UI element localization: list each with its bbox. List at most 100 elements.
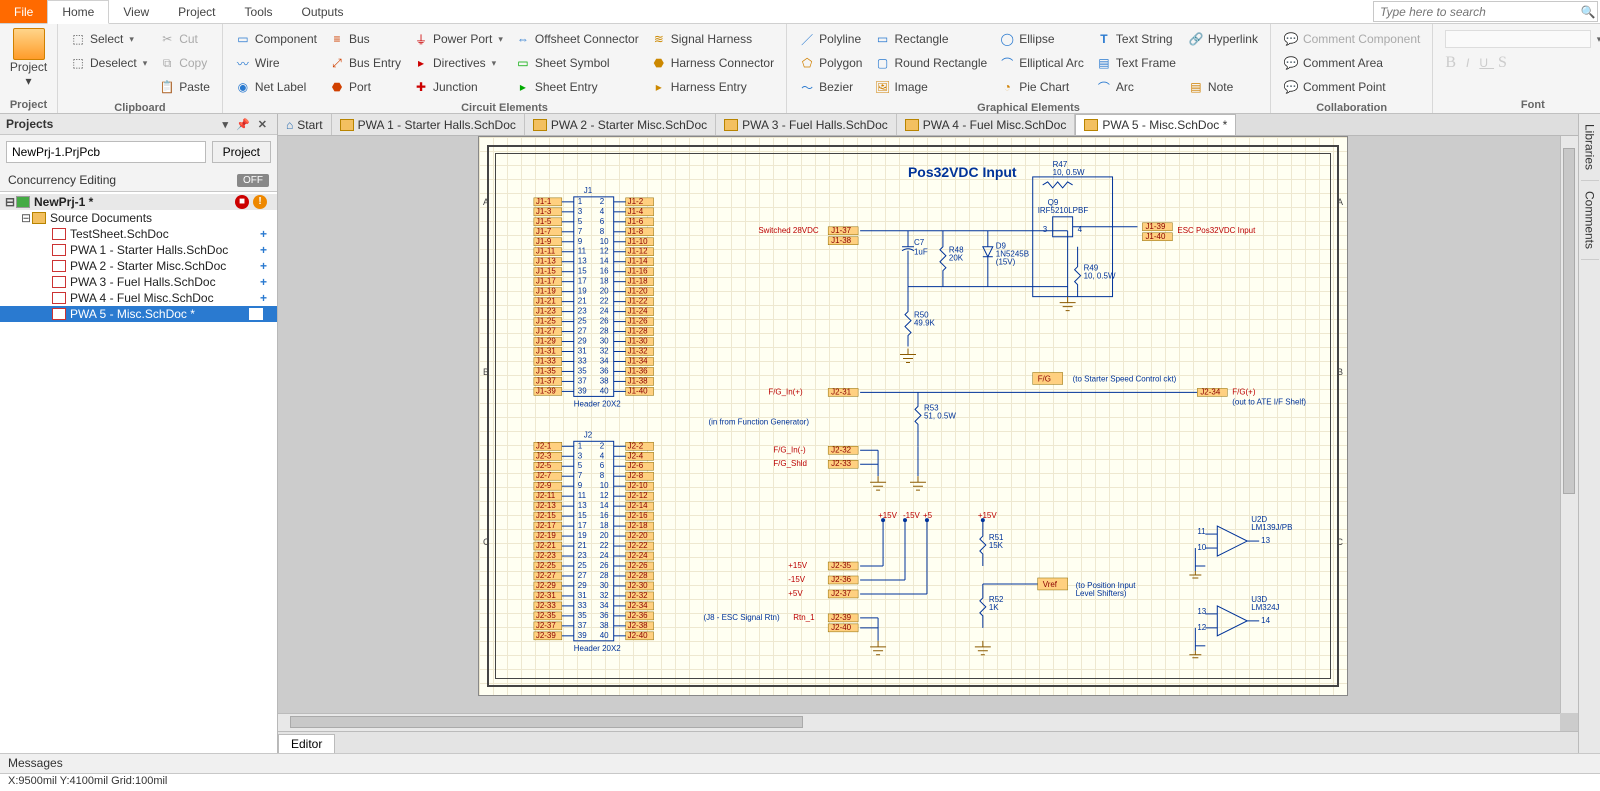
polygon-icon: ⬠ [799,55,815,71]
dropdown-icon[interactable]: ▾ [223,118,229,131]
add-icon[interactable]: + [260,227,267,241]
ellipse-button[interactable]: ◯Ellipse [997,28,1086,50]
port-button[interactable]: ⬣Port [327,76,403,98]
svg-text:J2-17: J2-17 [536,521,557,530]
rrect-button[interactable]: ▢Round Rectangle [872,52,989,74]
tree-doc-1[interactable]: PWA 1 - Starter Halls.SchDoc+ [0,242,277,258]
component-button[interactable]: ▭Component [233,28,319,50]
arc-button[interactable]: ⌒Arc [1094,76,1178,98]
harnentry-button[interactable]: ▸Harness Entry [649,76,776,98]
menu-file[interactable]: File [0,0,47,23]
menu-view[interactable]: View [109,0,164,23]
bezier-icon: 〜 [799,79,815,95]
messages-bar[interactable]: Messages [0,753,1600,773]
sheetsym-button[interactable]: ▭Sheet Symbol [513,52,641,74]
ccomp-button[interactable]: 💬Comment Component [1281,28,1422,50]
tab-start[interactable]: ⌂Start [278,114,332,135]
rail-comments[interactable]: Comments [1581,181,1599,260]
cut-button[interactable]: ✂Cut [157,28,212,50]
rail-libraries[interactable]: Libraries [1581,114,1599,181]
svg-text:14: 14 [1261,616,1270,625]
tree-doc-3[interactable]: PWA 3 - Fuel Halls.SchDoc+ [0,274,277,290]
netlabel-button[interactable]: ◉Net Label [233,76,319,98]
svg-text:J2-39: J2-39 [536,631,557,640]
document-icon [340,119,354,131]
note-button[interactable]: ▤Note [1186,76,1260,98]
tree-doc-2[interactable]: PWA 2 - Starter Misc.SchDoc+ [0,258,277,274]
pie-button[interactable]: ◔Pie Chart [997,76,1086,98]
svg-text:Vref: Vref [1043,580,1058,589]
tab-editor[interactable]: Editor [278,734,335,753]
pin-icon[interactable]: 📌 [236,118,250,131]
projects-header[interactable]: Projects ▾ 📌 ✕ [0,114,277,135]
bus-button[interactable]: ≡Bus [327,28,403,50]
directives-button[interactable]: ▸Directives▾ [411,52,505,74]
project-button2[interactable]: Project [212,141,271,163]
menu-tools[interactable]: Tools [231,0,288,23]
add-icon[interactable]: + [260,275,267,289]
add-icon[interactable]: + [260,243,267,257]
deselect-button[interactable]: ⬚Deselect▾ [68,52,149,74]
paste-button[interactable]: 📋Paste [157,76,212,98]
polygon-button[interactable]: ⬠Polygon [797,52,864,74]
tree-doc-5[interactable]: PWA 5 - Misc.SchDoc * [0,306,277,322]
doctab-2[interactable]: PWA 3 - Fuel Halls.SchDoc [716,114,897,135]
svg-text:+15V: +15V [878,511,898,520]
horizontal-scrollbar[interactable] [278,713,1560,731]
svg-text:36: 36 [600,611,609,620]
powerport-button[interactable]: ⏚Power Port▾ [411,28,505,50]
svg-text:J2-26: J2-26 [628,561,649,570]
search-input[interactable] [1374,3,1579,21]
add-icon[interactable]: + [260,291,267,305]
menu-project[interactable]: Project [164,0,230,23]
document-icon [724,119,738,131]
close-icon[interactable]: ✕ [258,118,267,131]
menu-outputs[interactable]: Outputs [288,0,359,23]
concurrency-toggle[interactable]: OFF [237,174,269,187]
schematic-canvas[interactable]: AA BB CC Pos32VDC Input J1J1-1J1-212J1-3… [278,136,1578,731]
busentry-button[interactable]: ⤢Bus Entry [327,52,403,74]
harnconn-button[interactable]: ⬣Harness Connector [649,52,776,74]
menu-home[interactable]: Home [47,0,109,24]
text-button[interactable]: TText String [1094,28,1178,50]
doctab-3[interactable]: PWA 4 - Fuel Misc.SchDoc [897,114,1076,135]
polyline-button[interactable]: ／Polyline [797,28,864,50]
svg-text:39: 39 [578,386,587,395]
schematic-page[interactable]: AA BB CC Pos32VDC Input J1J1-1J1-212J1-3… [478,136,1348,696]
add-icon[interactable]: + [260,259,267,273]
earc-button[interactable]: ⌒Elliptical Arc [997,52,1086,74]
offsheet-button[interactable]: ⇔Offsheet Connector [513,28,641,50]
svg-text:J1-5: J1-5 [536,217,552,226]
sheetentry-button[interactable]: ▸Sheet Entry [513,76,641,98]
svg-text:J2-14: J2-14 [628,501,649,510]
search-icon[interactable]: 🔍 [1579,5,1597,19]
svg-text:J2-22: J2-22 [628,541,649,550]
tree-root[interactable]: ⊟NewPrj-1 * ■! [0,194,277,210]
document-tabs: ⌂Start PWA 1 - Starter Halls.SchDocPWA 2… [278,114,1578,136]
cpoint-button[interactable]: 💬Comment Point [1281,76,1422,98]
tree-doc-4[interactable]: PWA 4 - Fuel Misc.SchDoc+ [0,290,277,306]
wire-button[interactable]: 〰Wire [233,52,319,74]
rect-button[interactable]: ▭Rectangle [872,28,989,50]
tframe-button[interactable]: ▤Text Frame [1094,52,1178,74]
vertical-scrollbar[interactable] [1560,136,1578,713]
project-file-input[interactable] [6,141,206,163]
copy-button[interactable]: ⧉Copy [157,52,212,74]
tree-doc-0[interactable]: TestSheet.SchDoc+ [0,226,277,242]
image-button[interactable]: 🖼Image [872,76,989,98]
svg-text:27: 27 [578,327,587,336]
hyper-button[interactable]: 🔗Hyperlink [1186,28,1260,50]
sigharn-button[interactable]: ≋Signal Harness [649,28,776,50]
doctab-0[interactable]: PWA 1 - Starter Halls.SchDoc [332,114,525,135]
search-box[interactable]: 🔍 [1373,1,1598,22]
doctab-1[interactable]: PWA 2 - Starter Misc.SchDoc [525,114,716,135]
carea-button[interactable]: 💬Comment Area [1281,52,1422,74]
tree-source[interactable]: ⊟Source Documents [0,210,277,226]
project-button[interactable]: Project▾ [6,26,51,90]
select-button[interactable]: ⬚Select▾ [68,28,149,50]
svg-text:F/G: F/G [1038,374,1051,383]
svg-text:J1-36: J1-36 [628,366,649,375]
doctab-4[interactable]: PWA 5 - Misc.SchDoc * [1075,114,1236,135]
junction-button[interactable]: ✚Junction [411,76,505,98]
bezier-button[interactable]: 〜Bezier [797,76,864,98]
